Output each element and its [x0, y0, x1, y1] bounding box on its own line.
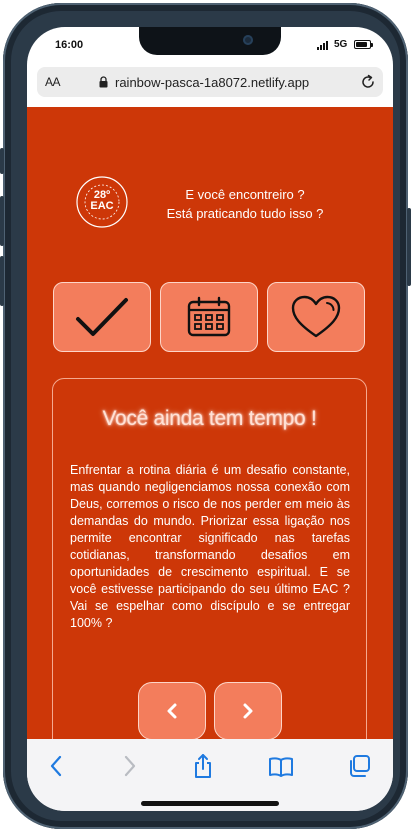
page-content: 28º EAC E você encontreiro ? Está pratic… [27, 107, 393, 778]
status-time: 16:00 [55, 39, 84, 51]
home-indicator [141, 801, 279, 806]
next-button[interactable] [214, 682, 282, 740]
heart-icon [291, 295, 341, 338]
notch [139, 27, 281, 55]
chevron-right-icon [243, 703, 253, 719]
side-button-power [407, 208, 411, 286]
back-icon[interactable] [44, 753, 70, 779]
intro-line-1: E você encontreiro ? [185, 187, 305, 202]
lock-icon [99, 76, 108, 88]
card-title: Você ainda tem tempo ! [102, 407, 317, 430]
side-button-volume-up [0, 196, 4, 246]
phone-screen: 16:00 5G AA rainbow-pasca-1a8072.netlify… [27, 27, 393, 811]
logo-name: EAC [90, 200, 114, 212]
heart-tile[interactable] [267, 282, 365, 352]
chevron-left-icon [167, 703, 177, 719]
text-size-button[interactable]: AA [45, 75, 61, 89]
intro-text: E você encontreiro ? Está praticando tud… [145, 185, 345, 223]
card-body: Enfrentar a rotina diária é um desafio c… [70, 463, 350, 630]
camera-icon [243, 35, 253, 45]
calendar-icon [187, 296, 231, 337]
address-bar[interactable]: AA rainbow-pasca-1a8072.netlify.app [37, 67, 383, 97]
calendar-tile[interactable] [160, 282, 258, 352]
tabs-icon[interactable] [347, 753, 373, 779]
phone-frame: 16:00 5G AA rainbow-pasca-1a8072.netlify… [3, 3, 408, 829]
browser-toolbar [27, 739, 393, 811]
previous-button[interactable] [138, 682, 206, 740]
reload-icon[interactable] [359, 73, 377, 91]
logo-text: 28º EAC [75, 190, 129, 212]
checkmark-icon [76, 298, 128, 336]
signal-icon [317, 41, 328, 50]
battery-icon [354, 40, 373, 49]
side-button-mute [0, 148, 4, 174]
url-text[interactable]: rainbow-pasca-1a8072.netlify.app [115, 75, 309, 90]
side-button-volume-down [0, 256, 4, 306]
bookmarks-icon[interactable] [268, 753, 294, 779]
network-label: 5G [334, 39, 348, 50]
intro-line-2: Está praticando tudo isso ? [166, 206, 324, 221]
checkmark-tile[interactable] [53, 282, 151, 352]
share-icon[interactable] [190, 753, 216, 779]
message-card: Você ainda tem tempo ! Enfrentar a rotin… [52, 378, 367, 778]
forward-icon[interactable] [116, 753, 142, 779]
eac-logo: 28º EAC [75, 175, 129, 229]
